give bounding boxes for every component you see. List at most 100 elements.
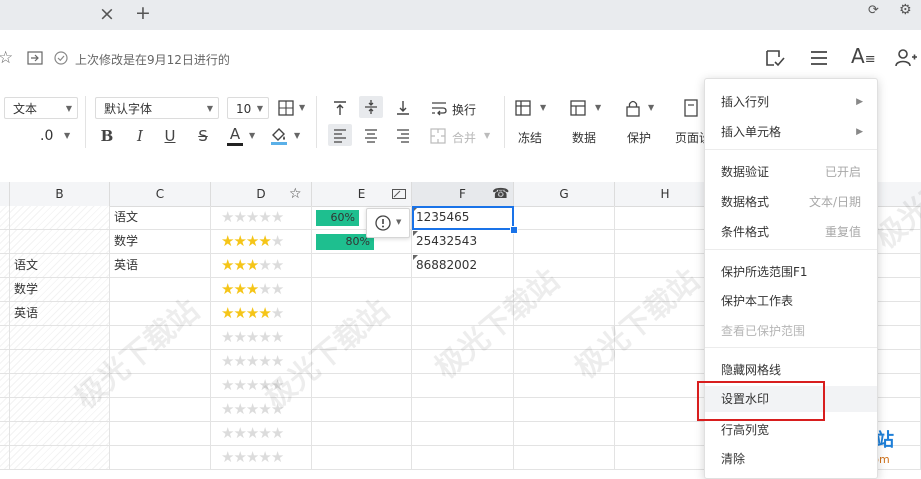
column-header-d[interactable]: D ☆ <box>211 182 312 206</box>
cell-c-11[interactable] <box>110 446 211 470</box>
add-user-icon[interactable] <box>895 48 917 68</box>
wrap-text-icon[interactable] <box>430 100 448 116</box>
rating-star-icon[interactable]: ★ <box>246 256 259 274</box>
cell-b-6[interactable] <box>10 326 110 350</box>
cell-h-11[interactable] <box>615 446 716 470</box>
row-header[interactable] <box>0 230 10 254</box>
page-setup-icon[interactable] <box>683 99 699 117</box>
rating-star-icon[interactable]: ★ <box>233 352 246 370</box>
lock-icon[interactable] <box>625 99 641 117</box>
rating-star-icon[interactable]: ★ <box>271 328 284 346</box>
rating-star-icon[interactable]: ★ <box>233 328 246 346</box>
cell-d-4[interactable]: ★★★★★ <box>211 278 312 302</box>
cell-f-10[interactable] <box>412 422 514 446</box>
cell-h-10[interactable] <box>615 422 716 446</box>
row-header[interactable] <box>0 374 10 398</box>
menu-item[interactable]: 保护本工作表 <box>705 288 877 314</box>
cell-f-11[interactable] <box>412 446 514 470</box>
cell-g-1[interactable] <box>514 206 615 230</box>
rating-star-icon[interactable]: ★ <box>246 208 259 226</box>
cell-c-1[interactable]: 语文 <box>110 206 211 230</box>
column-header-f[interactable]: F ☎ <box>412 182 514 206</box>
cell-c-9[interactable] <box>110 398 211 422</box>
rating-star-icon[interactable]: ★ <box>233 400 246 418</box>
protect-label[interactable]: 保护 <box>627 129 651 146</box>
cell-f-8[interactable] <box>412 374 514 398</box>
rating-star-icon[interactable]: ★ <box>221 424 234 442</box>
font-size-select[interactable]: 10 ▼ <box>227 97 269 119</box>
validation-alert-button[interactable]: ▼ <box>366 208 410 238</box>
chevron-down-icon[interactable]: ▼ <box>540 103 546 112</box>
menu-item[interactable]: 插入行列 ▶ <box>705 89 877 115</box>
rating-star-icon[interactable]: ★ <box>246 304 259 322</box>
cell-g-10[interactable] <box>514 422 615 446</box>
data-icon[interactable] <box>570 100 588 116</box>
rating-star-icon[interactable]: ★ <box>233 448 246 466</box>
cell-e-10[interactable] <box>312 422 412 446</box>
fill-color-icon[interactable] <box>269 126 289 146</box>
rating-star-icon[interactable]: ★ <box>258 352 271 370</box>
cell-b-1[interactable] <box>10 206 110 230</box>
rating-star-icon[interactable]: ★ <box>233 208 246 226</box>
cell-h-2[interactable] <box>615 230 716 254</box>
menu-item[interactable]: 插入单元格 ▶ <box>705 119 877 145</box>
freeze-label[interactable]: 冻结 <box>518 129 542 146</box>
rating-star-icon[interactable]: ★ <box>221 328 234 346</box>
align-right-icon[interactable] <box>395 127 411 143</box>
rating-star-icon[interactable]: ★ <box>246 280 259 298</box>
column-header-h[interactable]: H <box>615 182 716 206</box>
folder-move-icon[interactable] <box>27 51 43 65</box>
menu-item[interactable]: 隐藏网格线 <box>705 357 877 383</box>
cell-e-9[interactable] <box>312 398 412 422</box>
menu-item[interactable]: 条件格式 重复值 <box>705 219 877 245</box>
decimal-button[interactable]: .0 <box>40 128 53 144</box>
rating-star-icon[interactable]: ★ <box>258 280 271 298</box>
rating-star-icon[interactable]: ★ <box>271 280 284 298</box>
rating-star-icon[interactable]: ★ <box>221 400 234 418</box>
chevron-down-icon[interactable]: ▼ <box>294 131 300 140</box>
chevron-down-icon[interactable]: ▼ <box>299 103 305 112</box>
chevron-down-icon[interactable]: ▼ <box>595 103 601 112</box>
chevron-down-icon[interactable]: ▼ <box>64 131 70 140</box>
rating-star-icon[interactable]: ★ <box>233 280 246 298</box>
menu-item[interactable]: 数据格式 文本/日期 <box>705 189 877 215</box>
rating-star-icon[interactable]: ★ <box>221 448 234 466</box>
row-header-corner[interactable] <box>0 182 10 206</box>
rating-star-icon[interactable]: ★ <box>271 232 284 250</box>
rating-star-icon[interactable]: ★ <box>221 208 234 226</box>
cell-f-3[interactable]: 86882002 <box>412 254 514 278</box>
rating-star-icon[interactable]: ★ <box>258 304 271 322</box>
cell-c-3[interactable]: 英语 <box>110 254 211 278</box>
cell-d-1[interactable]: ★★★★★ <box>211 206 312 230</box>
wrap-text-label[interactable]: 换行 <box>452 101 476 118</box>
rating-star-icon[interactable]: ★ <box>233 424 246 442</box>
font-style-icon[interactable]: A≡ <box>851 44 876 68</box>
sync-icon[interactable]: ⟳ <box>868 3 879 18</box>
cell-b-4[interactable]: 数学 <box>10 278 110 302</box>
cell-f-9[interactable] <box>412 398 514 422</box>
rating-star-icon[interactable]: ★ <box>258 328 271 346</box>
align-middle-button[interactable] <box>359 96 383 118</box>
bold-button[interactable]: B <box>99 126 115 146</box>
rating-star-icon[interactable]: ★ <box>258 424 271 442</box>
cell-b-2[interactable] <box>10 230 110 254</box>
align-center-icon[interactable] <box>363 127 379 143</box>
rating-star-icon[interactable]: ★ <box>246 400 259 418</box>
align-left-button[interactable] <box>328 124 352 146</box>
font-color-button[interactable]: A <box>227 125 243 146</box>
cell-c-10[interactable] <box>110 422 211 446</box>
rating-star-icon[interactable]: ★ <box>246 232 259 250</box>
cell-e-11[interactable] <box>312 446 412 470</box>
strikethrough-button[interactable]: S <box>195 126 211 146</box>
rating-star-icon[interactable]: ★ <box>246 424 259 442</box>
rating-star-icon[interactable]: ★ <box>271 208 284 226</box>
cell-c-2[interactable]: 数学 <box>110 230 211 254</box>
cell-g-2[interactable] <box>514 230 615 254</box>
rating-star-icon[interactable]: ★ <box>258 256 271 274</box>
freeze-icon[interactable] <box>515 100 531 116</box>
cell-d-2[interactable]: ★★★★★ <box>211 230 312 254</box>
row-header[interactable] <box>0 398 10 422</box>
cell-g-9[interactable] <box>514 398 615 422</box>
rating-star-icon[interactable]: ★ <box>271 448 284 466</box>
cell-b-11[interactable] <box>10 446 110 470</box>
